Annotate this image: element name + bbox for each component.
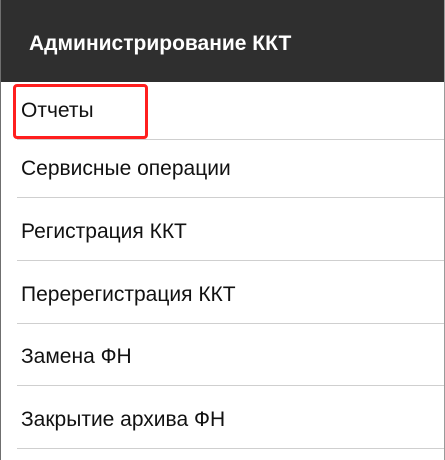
app-bar: Администрирование ККТ [1, 0, 444, 82]
menu-item-reregistration[interactable]: Перерегистрация ККТ [1, 266, 444, 324]
menu-item-label: Сервисные операции [21, 157, 231, 180]
admin-menu-list: Отчеты Сервисные операции Регистрация КК… [1, 82, 444, 460]
menu-divider [17, 260, 444, 261]
app-title: Администрирование ККТ [29, 32, 292, 55]
menu-item-fn-archive-close[interactable]: Закрытие архива ФН [1, 391, 444, 449]
menu-item-label: Закрытие архива ФН [21, 408, 226, 431]
menu-item-label: Замена ФН [21, 345, 132, 368]
menu-item-label: Отчеты [21, 99, 94, 122]
menu-item-registration[interactable]: Регистрация ККТ [1, 203, 444, 261]
menu-divider [17, 448, 444, 449]
menu-divider [17, 385, 444, 386]
menu-item-service-operations[interactable]: Сервисные операции [1, 140, 444, 198]
menu-item-fn-replacement[interactable]: Замена ФН [1, 328, 444, 386]
menu-item-reports[interactable]: Отчеты [1, 82, 444, 140]
menu-item-label: Перерегистрация ККТ [21, 283, 236, 306]
menu-divider [17, 197, 444, 198]
menu-item-label: Регистрация ККТ [21, 220, 187, 243]
menu-divider [17, 323, 444, 324]
app-screen: Администрирование ККТ Отчеты Сервисные о… [0, 0, 445, 460]
